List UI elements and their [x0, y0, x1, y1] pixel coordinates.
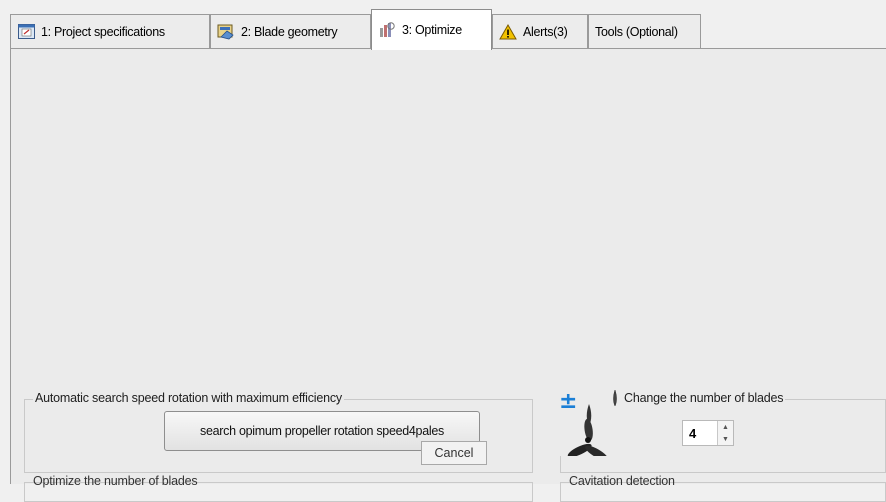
- svg-text:±: ±: [559, 389, 577, 414]
- optimize-blades-group-legend: Optimize the number of blades: [33, 474, 198, 488]
- tab-optimize[interactable]: 3: Optimize: [371, 9, 492, 50]
- tab-strip: 1: Project specifications 2: Blade geome…: [0, 0, 886, 50]
- optimize-icon: [378, 21, 396, 39]
- tab-label: 1: Project specifications: [41, 24, 165, 39]
- warning-icon: [499, 23, 517, 41]
- propeller-blades-icon: ±: [558, 384, 624, 461]
- blade-count-value: 4: [689, 426, 697, 441]
- blade-geometry-icon: [217, 23, 235, 41]
- stepper-down-button[interactable]: ▼: [718, 433, 733, 445]
- tab-label: Alerts(3): [523, 24, 568, 39]
- project-icon: [17, 23, 35, 41]
- tab-label: Tools (Optional): [595, 24, 678, 39]
- tab-label: 3: Optimize: [402, 23, 462, 37]
- blade-count-stepper[interactable]: 4 ▲ ▼: [682, 420, 734, 446]
- blades-count-group-legend: Change the number of blades: [622, 391, 786, 405]
- cancel-button[interactable]: Cancel: [421, 441, 487, 465]
- cavitation-group-legend: Cavitation detection: [569, 474, 675, 488]
- stepper-arrows: ▲ ▼: [717, 421, 733, 445]
- tab-label: 2: Blade geometry: [241, 24, 338, 39]
- tab-tools-optional[interactable]: Tools (Optional): [588, 14, 701, 48]
- tab-blade-geometry[interactable]: 2: Blade geometry: [210, 14, 371, 48]
- tab-alerts[interactable]: Alerts(3): [492, 14, 588, 48]
- tab-project-specifications[interactable]: 1: Project specifications: [10, 14, 210, 48]
- speed-search-group-legend: Automatic search speed rotation with max…: [33, 391, 344, 405]
